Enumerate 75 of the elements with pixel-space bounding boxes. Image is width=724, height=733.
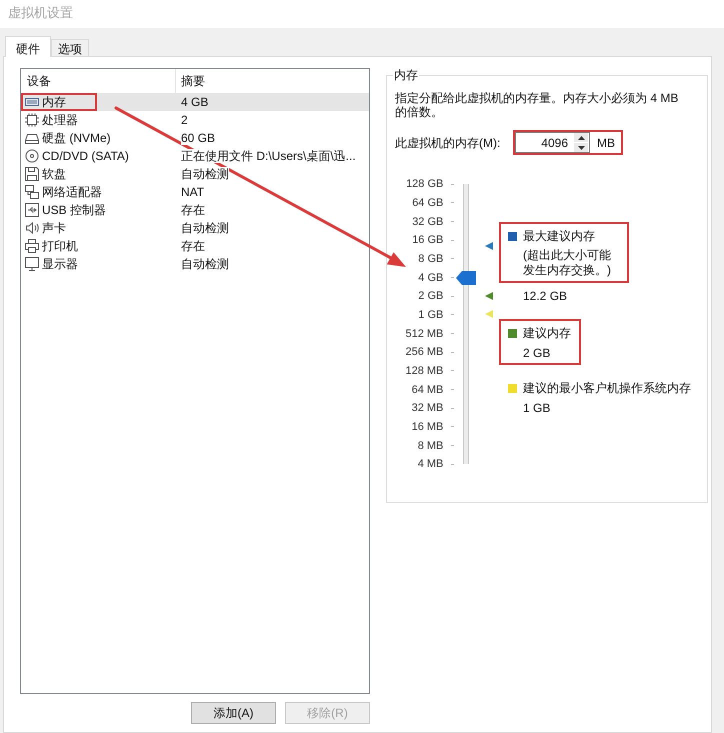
tab[interactable]: 选项 [51, 39, 89, 56]
memory-module-icon [24, 95, 40, 109]
tick-label: 8 GB [418, 252, 444, 266]
device-name: 内存 [42, 95, 66, 109]
device-name: CD/DVD (SATA) [42, 149, 129, 163]
tick-label: 16 GB [412, 233, 444, 248]
device-name: USB 控制器 [42, 203, 106, 217]
tick-mark [451, 240, 454, 241]
column-header: 摘要 [180, 74, 205, 88]
spin-up-button[interactable] [574, 133, 588, 142]
tick-label: 512 MB [405, 326, 444, 341]
legend-value: 12.2 GB [523, 289, 568, 303]
caret-up-icon [578, 136, 584, 140]
tab[interactable]: 硬件 [5, 36, 51, 57]
network-icon [24, 185, 40, 199]
device-summary: 自动检测 [181, 257, 229, 271]
device-name: 网络适配器 [42, 185, 102, 199]
tick-label: 32 GB [412, 214, 444, 229]
tick-label: 16 MB [412, 420, 444, 434]
tick-mark [451, 184, 454, 185]
legend-note: (超出此大小可能发生内存交换。) [523, 248, 612, 278]
device-name: 处理器 [42, 113, 78, 127]
device-summary: 4 GB [181, 95, 208, 109]
device-summary: 2 [181, 113, 188, 127]
device-summary: 自动检测 [181, 167, 229, 181]
legend-label: 建议的最小客户机操作系统内存 [523, 381, 691, 395]
tick-mark [451, 389, 454, 390]
tick-label: 256 MB [405, 345, 444, 360]
group-title: 内存 [393, 68, 419, 82]
tick-label: 128 GB [406, 177, 444, 192]
usb-icon [24, 203, 40, 217]
legend-label: 最大建议内存 [523, 229, 595, 243]
legend-value: 1 GB [523, 401, 552, 415]
legend-value: 2 GB [523, 346, 552, 360]
disc-icon [24, 149, 40, 163]
legend-label: 建议内存 [523, 326, 571, 340]
device-summary: NAT [181, 185, 204, 199]
window-title: 虚拟机设置 [8, 5, 73, 20]
tick-mark [451, 221, 454, 222]
tick-label: 2 GB [418, 289, 444, 304]
tick-label: 64 MB [412, 382, 444, 397]
device-name: 声卡 [42, 221, 66, 235]
unit-label: MB [597, 136, 615, 150]
tick-mark [451, 277, 454, 278]
device-name: 软盘 [42, 167, 66, 181]
device-summary: 存在 [181, 239, 205, 253]
field-label: 此虚拟机的内存(M): [395, 136, 502, 150]
spin-down-button[interactable] [574, 143, 588, 152]
tick-mark [451, 296, 454, 297]
device-summary: 60 GB [181, 131, 216, 145]
speaker-icon [24, 221, 40, 235]
device-summary: 自动检测 [181, 221, 229, 235]
device-summary: 存在 [181, 203, 205, 217]
tick-mark [451, 333, 454, 334]
chip-icon [24, 113, 40, 127]
device-name: 硬盘 (NVMe) [42, 131, 111, 145]
device-name: 打印机 [42, 239, 78, 253]
printer-icon [24, 239, 40, 253]
tick-label: 8 MB [418, 438, 444, 453]
device-summary: 正在使用文件 D:\Users\桌面\迅... [181, 149, 356, 163]
tick-label: 4 MB [418, 457, 444, 472]
tick-label: 4 GB [418, 270, 444, 285]
dialog-button[interactable]: 添加(A) [191, 702, 276, 724]
hard-drive-icon [24, 131, 40, 145]
caret-down-icon [578, 146, 584, 150]
tick-label: 128 MB [405, 364, 444, 378]
tick-mark [451, 445, 454, 446]
slider-thumb[interactable] [456, 270, 476, 285]
device-name: 显示器 [42, 257, 78, 271]
tick-label: 32 MB [412, 401, 444, 416]
tick-label: 64 GB [412, 196, 444, 210]
tick-label: 1 GB [418, 308, 444, 322]
device-row[interactable]: 内存 4 GB [21, 93, 369, 111]
description-text: 指定分配给此虚拟机的内存量。内存大小必须为 4 MB 的倍数。 [395, 91, 680, 119]
monitor-icon [24, 257, 40, 271]
